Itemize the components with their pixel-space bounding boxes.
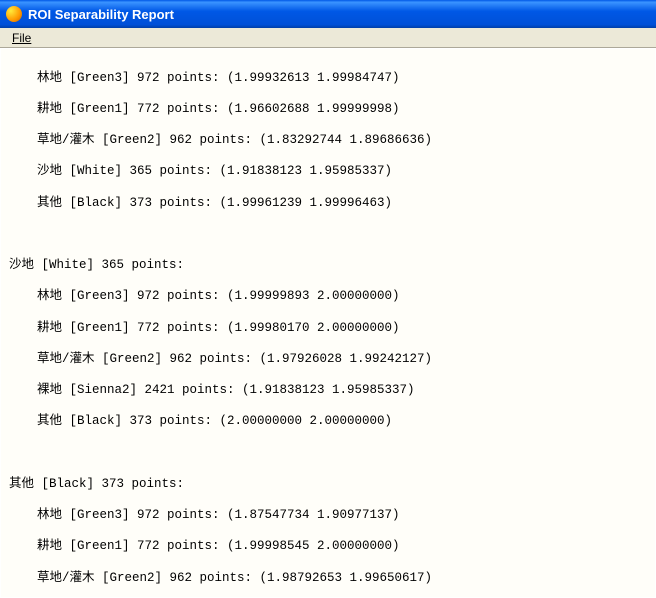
report-line: 林地 [Green3] 972 points: (1.99999893 2.00… xyxy=(9,289,647,305)
blank-line xyxy=(9,446,647,462)
report-line: 耕地 [Green1] 772 points: (1.96602688 1.99… xyxy=(9,102,647,118)
report-line: 林地 [Green3] 972 points: (1.99932613 1.99… xyxy=(9,71,647,87)
report-line: 草地/灌木 [Green2] 962 points: (1.83292744 1… xyxy=(9,133,647,149)
report-line: 耕地 [Green1] 772 points: (1.99998545 2.00… xyxy=(9,539,647,555)
report-line: 耕地 [Green1] 772 points: (1.99980170 2.00… xyxy=(9,321,647,337)
window-title: ROI Separability Report xyxy=(28,7,174,22)
group-header: 其他 [Black] 373 points: xyxy=(9,477,647,493)
blank-line xyxy=(9,227,647,243)
report-line: 其他 [Black] 373 points: (2.00000000 2.000… xyxy=(9,414,647,430)
report-line: 草地/灌木 [Green2] 962 points: (1.98792653 1… xyxy=(9,571,647,587)
menubar: File xyxy=(0,28,656,48)
menu-file[interactable]: File xyxy=(4,29,39,47)
report-line: 草地/灌木 [Green2] 962 points: (1.97926028 1… xyxy=(9,352,647,368)
report-content: 林地 [Green3] 972 points: (1.99932613 1.99… xyxy=(0,48,656,598)
report-line: 沙地 [White] 365 points: (1.91838123 1.959… xyxy=(9,164,647,180)
titlebar[interactable]: ROI Separability Report xyxy=(0,0,656,28)
report-line: 其他 [Black] 373 points: (1.99961239 1.999… xyxy=(9,196,647,212)
group-header: 沙地 [White] 365 points: xyxy=(9,258,647,274)
report-line: 裸地 [Sienna2] 2421 points: (1.91838123 1.… xyxy=(9,383,647,399)
report-line: 林地 [Green3] 972 points: (1.87547734 1.90… xyxy=(9,508,647,524)
app-icon xyxy=(6,6,22,22)
